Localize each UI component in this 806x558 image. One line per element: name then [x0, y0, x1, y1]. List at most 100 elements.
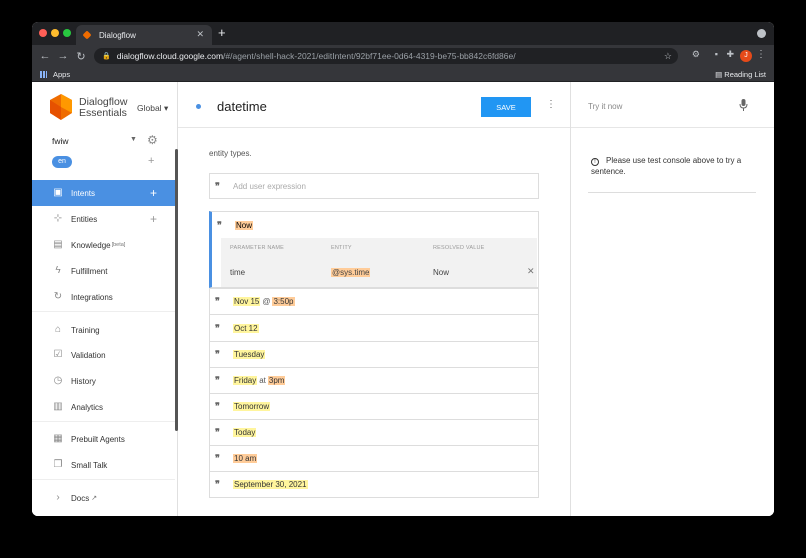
- tab-bar: Dialogflow ✕ +: [32, 22, 774, 45]
- gear-icon[interactable]: ⚙: [147, 133, 158, 147]
- sidebar-item-analytics[interactable]: ▥ Analytics: [32, 394, 175, 420]
- dialogflow-favicon-icon: [82, 30, 92, 40]
- quote-icon: ❞: [215, 348, 220, 359]
- training-phrase-expanded[interactable]: ❞ Now PARAMETER NAME ENTITY RESOLVED VAL…: [209, 211, 539, 288]
- quote-icon: ❞: [215, 374, 220, 385]
- forward-icon[interactable]: →: [54, 50, 72, 62]
- agent-selector[interactable]: fwiw: [52, 136, 69, 146]
- sidebar-item-small-talk[interactable]: ❐ Small Talk: [32, 452, 175, 478]
- sidebar-item-history[interactable]: ◷ History: [32, 368, 175, 394]
- divider: [32, 479, 175, 480]
- parameter-name[interactable]: time: [230, 268, 245, 277]
- tab-title: Dialogflow: [99, 30, 136, 40]
- parameter-entity[interactable]: @sys.time: [331, 268, 371, 277]
- sync-icon: ↻: [53, 291, 63, 302]
- add-entity-icon[interactable]: +: [150, 212, 157, 226]
- quote-icon: ❞: [215, 452, 220, 463]
- training-phrase[interactable]: ❞ Tomorrow: [209, 393, 539, 420]
- profile-menu-icon[interactable]: [757, 29, 766, 38]
- help-text: entity types.: [209, 149, 252, 158]
- sidebar-item-validation[interactable]: ☑ Validation: [32, 342, 175, 368]
- beta-badge: [beta]: [111, 242, 126, 248]
- reload-icon[interactable]: ↻: [72, 50, 90, 63]
- bookmark-star-icon[interactable]: ☆: [664, 51, 672, 62]
- training-phrase[interactable]: ❞ Tuesday: [209, 341, 539, 368]
- avatar[interactable]: J: [740, 50, 752, 62]
- back-icon[interactable]: ←: [36, 50, 54, 62]
- quote-icon: ❞: [215, 426, 220, 437]
- try-it-now-input[interactable]: Try it now: [571, 82, 774, 128]
- bolt-icon: ϟ: [55, 265, 61, 276]
- hierarchy-icon: ⊹: [53, 213, 63, 224]
- quote-icon: ❞: [215, 322, 220, 333]
- maximize-window-button[interactable]: [63, 29, 71, 37]
- sidebar-item-training[interactable]: ⌂ Training: [32, 317, 175, 343]
- sidebar-item-fulfillment[interactable]: ϟ Fulfillment: [32, 258, 175, 284]
- parameter-table-header: PARAMETER NAME ENTITY RESOLVED VALUE: [221, 238, 537, 258]
- training-phrase[interactable]: ❞ Today: [209, 419, 539, 446]
- dialogflow-app: Dialogflow Essentials Global ▾ fwiw ▼ ⚙ …: [32, 82, 774, 516]
- training-phrase[interactable]: ❞ Friday at 3pm: [209, 367, 539, 394]
- sidebar-item-docs[interactable]: › Docs ↗: [32, 485, 175, 511]
- training-phrase[interactable]: ❞ Oct 12: [209, 315, 539, 342]
- test-console-info: ! Please use test console above to try a …: [591, 156, 742, 176]
- quote-icon: ❞: [215, 296, 220, 306]
- info-icon: !: [591, 158, 599, 166]
- divider: [32, 421, 175, 422]
- parameter-row: time @sys.time Now ✕: [221, 258, 537, 287]
- reading-list-button[interactable]: ▤ Reading List: [715, 70, 766, 79]
- quote-icon: ❞: [215, 478, 220, 489]
- quote-icon: ❞: [215, 400, 220, 411]
- book-icon: ▤: [53, 239, 63, 250]
- close-window-button[interactable]: [39, 29, 47, 37]
- intent-name-field[interactable]: datetime: [217, 99, 267, 114]
- minimize-window-button[interactable]: [51, 29, 59, 37]
- training-phrase[interactable]: ❞ Nov 15 @ 3:50p: [209, 288, 539, 315]
- new-tab-button[interactable]: +: [218, 25, 226, 40]
- sidebar-item-knowledge[interactable]: ▤ Knowledge [beta]: [32, 232, 175, 258]
- graduation-cap-icon: ⌂: [54, 324, 62, 335]
- training-phrase[interactable]: ❞ September 30, 2021: [209, 471, 539, 498]
- add-language-icon[interactable]: +: [148, 155, 154, 167]
- add-user-expression-input[interactable]: ❞ Add user expression: [209, 173, 539, 199]
- package-icon: ▦: [53, 433, 63, 444]
- browser-menu-icon[interactable]: ⋮: [756, 49, 766, 60]
- language-badge[interactable]: en: [52, 156, 72, 168]
- sidebar-item-intents[interactable]: ▣ Intents +: [32, 180, 175, 206]
- chat-icon: ▣: [53, 187, 63, 198]
- sidebar-item-entities[interactable]: ⊹ Entities +: [32, 206, 175, 232]
- training-phrase[interactable]: ❞ 10 am: [209, 445, 539, 472]
- save-button[interactable]: SAVE: [481, 97, 531, 117]
- browser-tab[interactable]: Dialogflow ✕: [76, 25, 212, 45]
- phrase-annotation[interactable]: Now: [235, 220, 254, 230]
- intent-header: datetime SAVE ⋮: [178, 82, 570, 128]
- extension-icon[interactable]: ▪: [715, 49, 718, 59]
- url-path: /#/agent/shell-hack-2021/editIntent/92bf…: [223, 51, 516, 61]
- chevron-down-icon[interactable]: ▼: [130, 136, 137, 143]
- close-icon[interactable]: ✕: [527, 266, 535, 277]
- apps-shortcut[interactable]: Apps: [40, 70, 70, 79]
- external-link-icon: ↗: [91, 495, 98, 502]
- more-options-icon[interactable]: ⋮: [546, 99, 556, 110]
- address-bar[interactable]: 🔒 dialogflow.cloud.google.com /#/agent/s…: [94, 48, 678, 64]
- region-selector[interactable]: Global ▾: [137, 103, 168, 114]
- sidebar-item-integrations[interactable]: ↻ Integrations: [32, 284, 175, 310]
- browser-toolbar: ← → ↻ 🔒 dialogflow.cloud.google.com /#/a…: [32, 45, 774, 67]
- microphone-icon[interactable]: [739, 99, 748, 111]
- parameter-resolved-value: Now: [433, 268, 450, 277]
- brand-name: Dialogflow Essentials: [79, 96, 128, 119]
- add-intent-icon[interactable]: +: [150, 186, 157, 200]
- bar-chart-icon: ▥: [53, 401, 63, 412]
- bookmarks-bar: Apps ▤ Reading List: [32, 67, 774, 82]
- intent-status-dot: [196, 104, 201, 109]
- apps-grid-icon: [40, 71, 47, 78]
- lock-icon: 🔒: [102, 53, 111, 60]
- puzzle-icon[interactable]: ✚: [726, 49, 734, 60]
- extension-icon[interactable]: ⚙: [692, 49, 700, 60]
- quote-icon: ❞: [215, 180, 220, 191]
- divider: [588, 192, 756, 193]
- close-tab-icon[interactable]: ✕: [196, 29, 204, 40]
- intent-editor: entity types. ❞ Add user expression ❞ No…: [178, 82, 570, 516]
- sidebar-item-prebuilt-agents[interactable]: ▦ Prebuilt Agents: [32, 426, 175, 452]
- chevron-right-icon: ›: [56, 492, 60, 503]
